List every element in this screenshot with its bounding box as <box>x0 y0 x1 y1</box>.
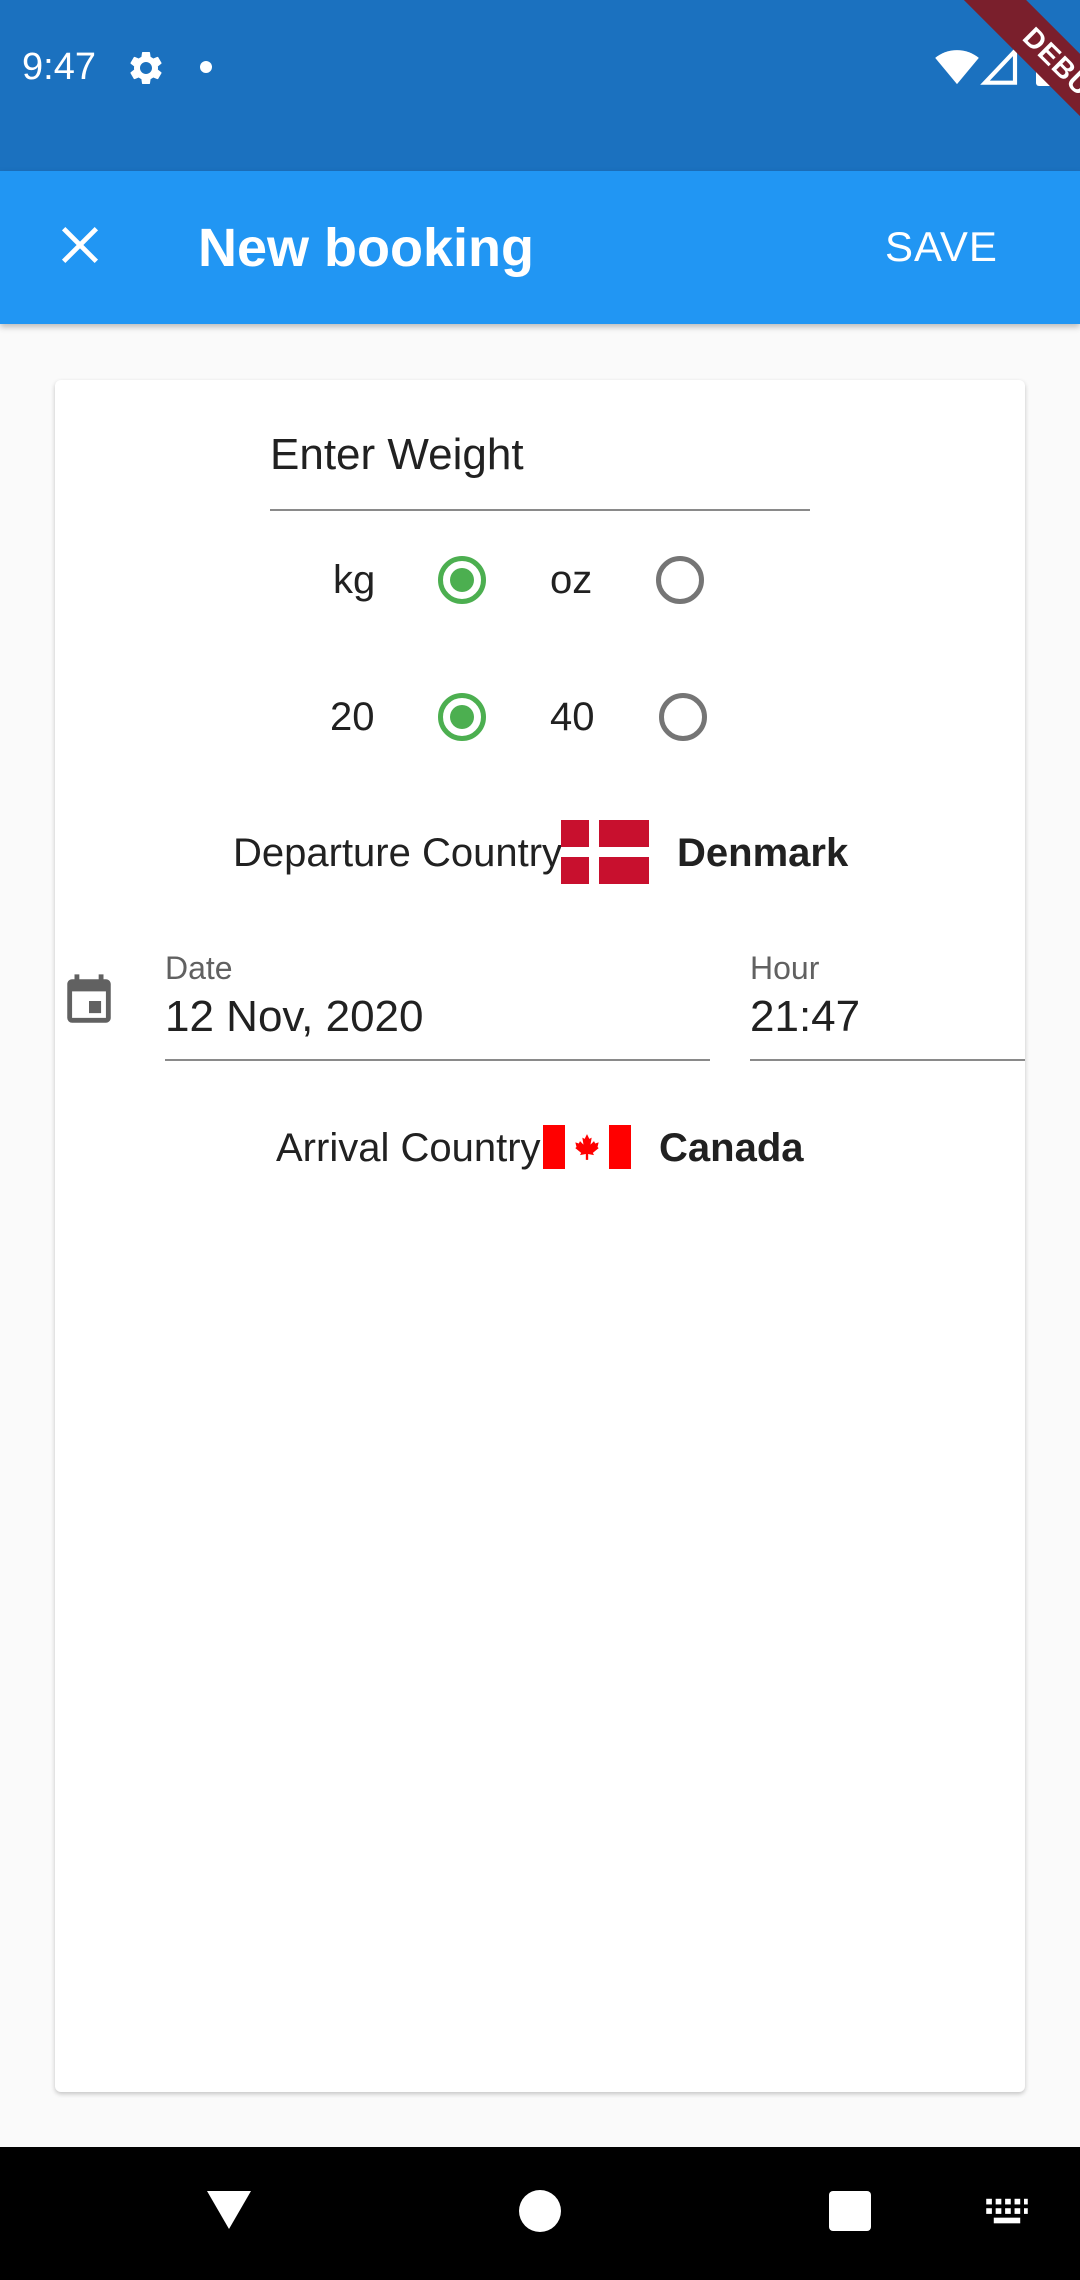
date-label: Date <box>165 950 233 986</box>
keyboard-icon[interactable] <box>984 2195 1030 2234</box>
unit-oz-radio[interactable] <box>656 556 704 604</box>
departure-country-selector[interactable]: Departure Country Denmark <box>233 820 893 886</box>
calendar-icon <box>60 970 118 1037</box>
app-bar: New booking SAVE <box>0 171 1080 324</box>
close-icon <box>58 223 102 272</box>
amount-40-radio[interactable] <box>659 693 707 741</box>
wifi-icon <box>935 46 979 91</box>
signal-icon <box>980 45 1020 91</box>
denmark-flag <box>561 820 649 884</box>
arrival-country-label: Arrival Country <box>276 1126 541 1170</box>
departure-country-label: Departure Country <box>233 831 563 875</box>
hour-underline <box>750 1059 1025 1061</box>
date-field[interactable]: Date 12 Nov, 2020 <box>165 948 710 1063</box>
recents-button[interactable] <box>829 2191 871 2231</box>
navigation-bar <box>0 2147 1080 2280</box>
amount-option-40-label: 40 <box>550 695 595 739</box>
unit-option-kg-label: kg <box>333 558 376 602</box>
amount-20-radio[interactable] <box>438 693 486 741</box>
date-underline <box>165 1059 710 1061</box>
page-title: New booking <box>198 218 534 278</box>
back-button[interactable] <box>205 2187 253 2236</box>
hour-field[interactable]: Hour 21:47 <box>750 948 1025 1063</box>
settings-icon <box>126 48 166 93</box>
save-button[interactable]: SAVE <box>885 217 998 277</box>
date-value: 12 Nov, 2020 <box>165 992 424 1041</box>
home-button[interactable] <box>519 2190 561 2232</box>
arrival-country-selector[interactable]: Arrival Country Canada <box>276 1115 876 1181</box>
weight-input[interactable] <box>270 420 810 490</box>
arrival-country-name: Canada <box>659 1126 804 1170</box>
close-button[interactable] <box>40 207 120 287</box>
departure-country-name: Denmark <box>677 831 849 875</box>
hour-value: 21:47 <box>750 992 861 1041</box>
booking-form-card: kg oz 20 40 Departure Country Denmark Da… <box>55 380 1025 2092</box>
unit-kg-radio[interactable] <box>438 556 486 604</box>
canada-flag <box>543 1125 631 1169</box>
hour-label: Hour <box>750 950 820 986</box>
status-time: 9:47 <box>22 46 96 88</box>
weight-input-underline <box>270 509 810 511</box>
status-bar: 9:47 DEBUG <box>0 0 1080 171</box>
unit-option-oz-label: oz <box>550 558 593 602</box>
notification-dot-icon <box>200 61 212 73</box>
amount-option-20-label: 20 <box>330 695 375 739</box>
